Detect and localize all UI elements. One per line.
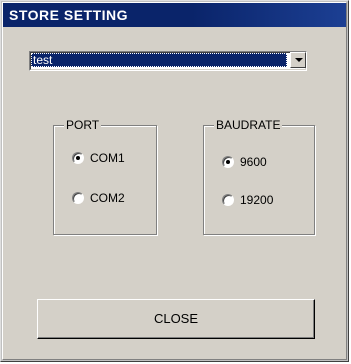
store-setting-window: STORE SETTING test PORT COM1 COM2 BAUDRA… [0,0,349,362]
dialog-client-area: test PORT COM1 COM2 BAUDRATE 9600 19200 … [3,27,346,359]
radio-com2[interactable]: COM2 [72,190,125,206]
port-group-title: PORT [64,118,102,132]
radio-19200-label: 19200 [240,193,274,207]
dropdown-button[interactable] [290,52,306,68]
baudrate-group: BAUDRATE 9600 19200 [203,118,315,235]
radio-19200[interactable]: 19200 [222,192,273,208]
title-bar[interactable]: STORE SETTING [3,3,346,27]
store-dropdown[interactable]: test [29,51,307,71]
close-button[interactable]: CLOSE [37,299,315,339]
radio-com1-label: COM1 [90,151,125,165]
radio-button-icon[interactable] [222,156,234,168]
dropdown-selected-value[interactable]: test [31,53,287,67]
radio-com2-label: COM2 [90,191,125,205]
radio-9600-label: 9600 [240,155,267,169]
radio-button-icon[interactable] [72,152,84,164]
radio-button-icon[interactable] [222,194,234,206]
radio-button-icon[interactable] [72,192,84,204]
port-group: PORT COM1 COM2 [53,118,157,235]
radio-9600[interactable]: 9600 [222,154,267,170]
window-title: STORE SETTING [9,7,129,23]
baudrate-group-title: BAUDRATE [214,118,283,132]
radio-com1[interactable]: COM1 [72,150,125,166]
chevron-down-icon [295,58,303,62]
